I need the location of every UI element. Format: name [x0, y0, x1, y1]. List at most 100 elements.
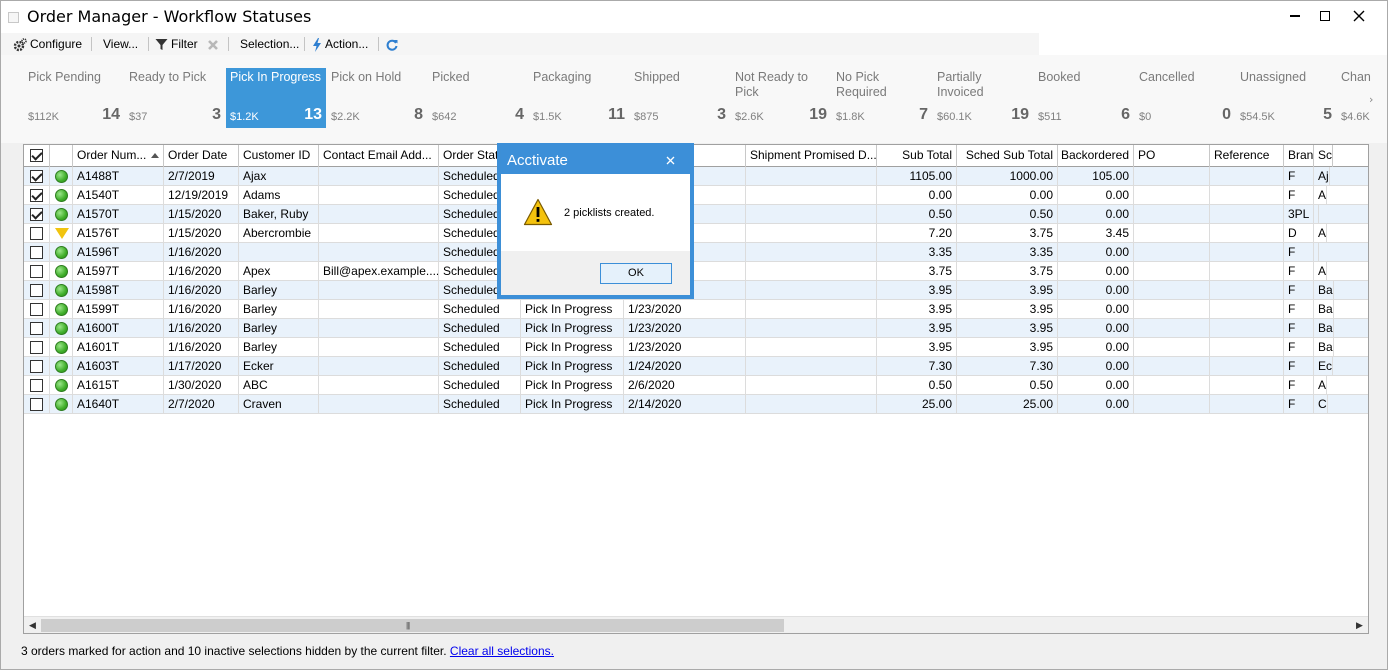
horizontal-scrollbar[interactable]: ◀ ||| ▶ [24, 616, 1368, 633]
table-row[interactable]: A1640T 2/7/2020 Craven Scheduled Pick In Pro… [24, 395, 1368, 414]
scroll-right-arrow-icon[interactable]: ▶ [1351, 617, 1368, 633]
cell-promised [746, 205, 877, 224]
status-tile[interactable]: Unassigned $54.5K 5 [1236, 68, 1336, 128]
row-checkbox[interactable] [30, 303, 43, 316]
row-checkbox[interactable] [30, 246, 43, 259]
row-select-cell[interactable] [24, 262, 50, 281]
status-tile[interactable]: Not Ready to Pick $2.6K 19 [731, 68, 831, 128]
cell-customer-id: Ajax [239, 167, 319, 186]
table-row[interactable]: A1599T 1/16/2020 Barley Scheduled Pick In Pr… [24, 300, 1368, 319]
refresh-button[interactable] [385, 35, 399, 53]
status-tile[interactable]: Pick In Progress $1.2K 13 [226, 68, 326, 128]
cell-sched-sub-total: 3.95 [957, 300, 1058, 319]
cell-branch-id: F [1284, 338, 1314, 357]
clear-all-selections-link[interactable]: Clear all selections. [450, 644, 554, 658]
row-checkbox[interactable] [30, 284, 43, 297]
select-all-header[interactable] [24, 145, 50, 167]
action-button[interactable]: Action... [312, 35, 368, 53]
status-tile[interactable]: Chan $4.6K [1337, 68, 1387, 128]
row-checkbox[interactable] [30, 170, 43, 183]
cell-reference [1210, 262, 1284, 281]
column-header-sub-total[interactable]: Sub Total [877, 145, 957, 167]
table-row[interactable]: A1596T 1/16/2020 Scheduled 3.35 3.35 0.00 F [24, 243, 1368, 262]
row-select-cell[interactable] [24, 243, 50, 262]
status-tile[interactable]: No Pick Required $1.8K 7 [832, 68, 932, 128]
maximize-button[interactable] [1308, 1, 1342, 31]
scroll-left-arrow-icon[interactable]: ◀ [24, 617, 41, 633]
cell-email [319, 300, 439, 319]
row-checkbox[interactable] [30, 360, 43, 373]
table-row[interactable]: A1570T 1/15/2020 Baker, Ruby Scheduled 0.50 0… [24, 205, 1368, 224]
status-tile[interactable]: Shipped $875 3 [630, 68, 730, 128]
ok-button[interactable]: OK [600, 263, 672, 284]
column-header-branch-id[interactable]: Branch ID [1284, 145, 1314, 167]
row-checkbox[interactable] [30, 322, 43, 335]
column-header-sched-sub-total[interactable]: Sched Sub Total [957, 145, 1058, 167]
status-tile[interactable]: Pick Pending $112K 14 [24, 68, 124, 128]
filter-label: Filter [171, 37, 198, 51]
view-label: View... [103, 37, 139, 51]
row-select-cell[interactable] [24, 167, 50, 186]
filter-button[interactable]: Filter [155, 35, 198, 53]
minimize-button[interactable] [1278, 1, 1312, 31]
column-header-promised[interactable]: Shipment Promised D... [746, 145, 877, 167]
column-header-sc[interactable]: Sc [1314, 145, 1334, 167]
row-select-cell[interactable] [24, 395, 50, 414]
row-select-cell[interactable] [24, 205, 50, 224]
table-row[interactable]: A1598T 1/16/2020 Barley Scheduled 3.95 3.95 0.… [24, 281, 1368, 300]
row-select-cell[interactable] [24, 338, 50, 357]
row-checkbox[interactable] [30, 379, 43, 392]
scrollbar-thumb[interactable]: ||| [41, 619, 784, 632]
column-header-order-date[interactable]: Order Date [164, 145, 239, 167]
table-row[interactable]: A1540T 12/19/2019 Adams Scheduled 0.00 0.00 0.… [24, 186, 1368, 205]
status-tile[interactable]: Picked $642 4 [428, 68, 528, 128]
configure-button[interactable]: Configure [13, 35, 82, 53]
dialog-close-button[interactable] [660, 150, 680, 170]
row-checkbox[interactable] [30, 341, 43, 354]
view-button[interactable]: View... [103, 35, 138, 53]
status-tile[interactable]: Partially Invoiced $60.1K 19 [933, 68, 1033, 128]
table-row[interactable]: A1488T 2/7/2019 Ajax Scheduled 1105.00 1000.0… [24, 167, 1368, 186]
cell-customer-id: Barley [239, 319, 319, 338]
row-checkbox[interactable] [30, 227, 43, 240]
cell-po [1134, 224, 1210, 243]
status-tile[interactable]: Booked $511 6 [1034, 68, 1134, 128]
cell-promised [746, 186, 877, 205]
table-row[interactable]: A1615T 1/30/2020 ABC Scheduled Pick In Progr… [24, 376, 1368, 395]
cell-sc [1314, 243, 1319, 262]
close-button[interactable] [1342, 1, 1376, 31]
row-checkbox[interactable] [30, 189, 43, 202]
row-select-cell[interactable] [24, 281, 50, 300]
table-row[interactable]: A1603T 1/17/2020 Ecker Scheduled Pick In Pro… [24, 357, 1368, 376]
column-header-reference[interactable]: Reference [1210, 145, 1284, 167]
column-header-order-num[interactable]: Order Num... [73, 145, 164, 167]
column-header-email[interactable]: Contact Email Add... [319, 145, 439, 167]
table-row[interactable]: A1600T 1/16/2020 Barley Scheduled Pick In Pr… [24, 319, 1368, 338]
row-select-cell[interactable] [24, 357, 50, 376]
select-all-checkbox[interactable] [30, 149, 43, 162]
status-tile[interactable]: Ready to Pick $37 3 [125, 68, 225, 128]
table-row[interactable]: A1597T 1/16/2020 Apex Bill@apex.example....… [24, 262, 1368, 281]
row-select-cell[interactable] [24, 224, 50, 243]
row-select-cell[interactable] [24, 376, 50, 395]
clear-filter-button[interactable] [207, 35, 219, 53]
row-checkbox[interactable] [30, 398, 43, 411]
tiles-scroll-right-icon[interactable]: › [1369, 93, 1373, 106]
row-status-cell [50, 262, 73, 281]
table-row[interactable]: A1576T 1/15/2020 Abercrombie Scheduled 7.20 3… [24, 224, 1368, 243]
column-header-backordered[interactable]: Backordered [1058, 145, 1134, 167]
row-select-cell[interactable] [24, 186, 50, 205]
row-checkbox[interactable] [30, 208, 43, 221]
row-select-cell[interactable] [24, 300, 50, 319]
column-header-customer-id[interactable]: Customer ID [239, 145, 319, 167]
cell-promised [746, 243, 877, 262]
cell-promised [746, 395, 877, 414]
table-row[interactable]: A1601T 1/16/2020 Barley Scheduled Pick In Pr… [24, 338, 1368, 357]
status-tile[interactable]: Packaging $1.5K 11 [529, 68, 629, 128]
status-tile[interactable]: Pick on Hold $2.2K 8 [327, 68, 427, 128]
row-select-cell[interactable] [24, 319, 50, 338]
row-checkbox[interactable] [30, 265, 43, 278]
status-tile[interactable]: Cancelled $0 0 [1135, 68, 1235, 128]
column-header-po[interactable]: PO [1134, 145, 1210, 167]
selection-button[interactable]: Selection... [240, 35, 299, 53]
